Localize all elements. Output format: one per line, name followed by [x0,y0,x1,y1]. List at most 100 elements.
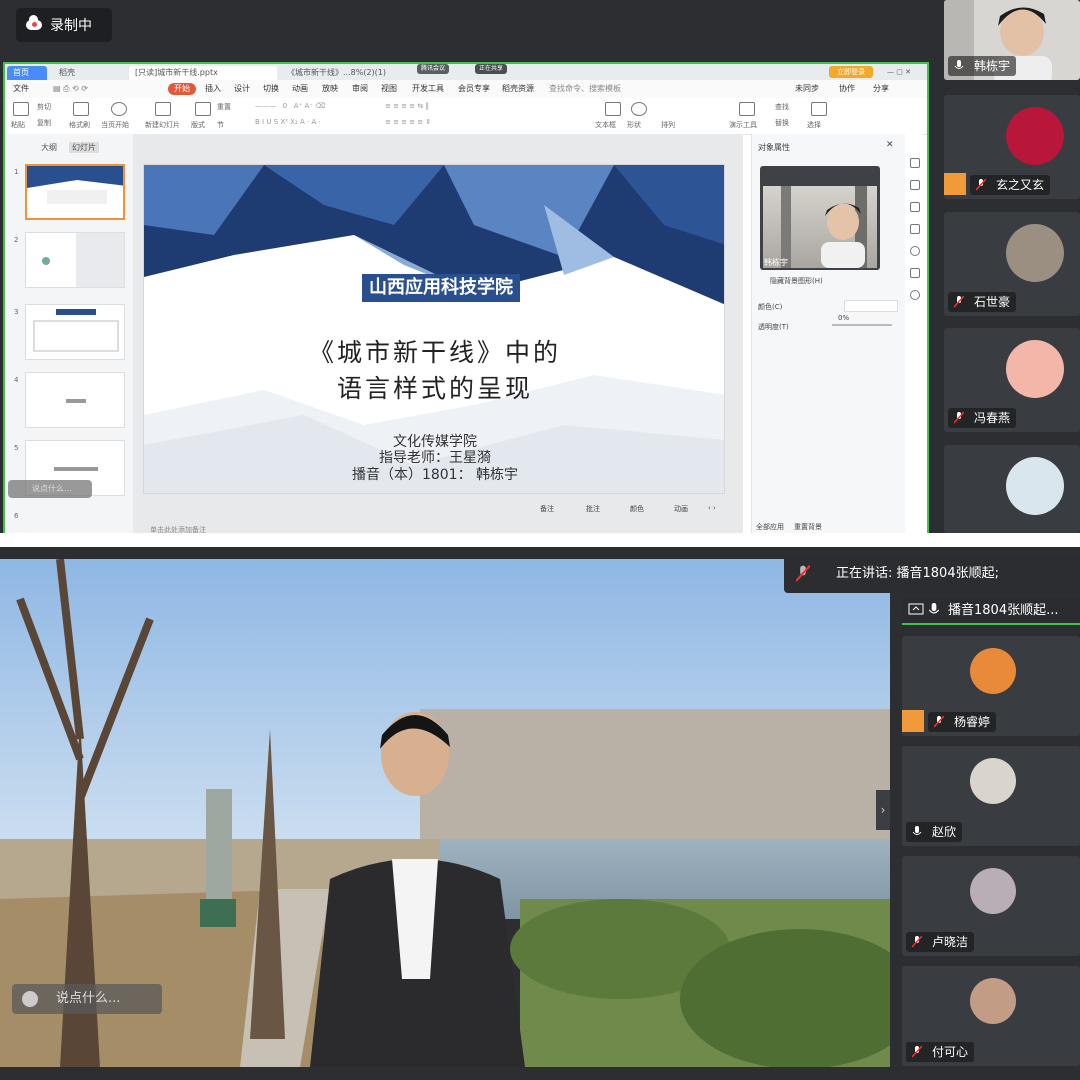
menu-transition[interactable]: 切换 [263,83,279,95]
participant-tile[interactable]: 付可心 [902,966,1080,1066]
menu-member[interactable]: 会员专享 [458,83,490,95]
menu-resources[interactable]: 稻壳资源 [502,83,534,95]
host-badge-icon [902,710,924,732]
share-pill-2[interactable]: 正在共享 [475,64,508,74]
arrange-label[interactable]: 排列 [661,120,675,130]
find-label[interactable]: 查找 [775,102,789,112]
slide-thumb-4[interactable] [25,372,125,428]
menu-insert[interactable]: 插入 [205,83,221,95]
muted-mic-icon [954,412,964,424]
present-tools-icon[interactable] [739,102,755,116]
menu-sync[interactable]: 未同步 [795,83,819,95]
notes-hint[interactable]: 单击此处添加备注 [150,525,206,533]
tab-home[interactable]: 首页 [7,66,47,80]
paragraph-controls[interactable]: ≡ ≡ ≡ ≡ ⇆ ‖ [385,102,429,110]
menu-slideshow[interactable]: 放映 [322,83,338,95]
slide-thumbnail-pane: 大纲 幻灯片 1 2 3 4 5 6 [5,134,134,533]
textbox-icon[interactable] [605,102,621,116]
slide-thumb-3[interactable] [25,304,125,360]
reset-label[interactable]: 重置 [217,102,231,112]
align-controls[interactable]: ≡ ≡ ≡ ≡ ≡ ⇕ [385,118,431,126]
tab-slides[interactable]: 幻灯片 [69,142,99,153]
login-badge[interactable]: 立即登录 [829,66,873,78]
menu-design[interactable]: 设计 [234,83,250,95]
slide-thumb-1[interactable] [25,164,125,220]
tab-outline[interactable]: 大纲 [41,142,57,153]
adjust-icon[interactable] [910,180,920,190]
emoji-icon[interactable] [22,991,38,1007]
properties-icon[interactable] [910,158,920,168]
format-painter-icon[interactable] [73,102,89,116]
from-current-label: 当页开始 [101,121,129,129]
select-icon[interactable] [811,102,827,116]
hide-bg-checkbox[interactable]: 隐藏背景图形(H) [770,276,823,286]
shape-icon[interactable] [631,102,647,116]
thumb-number: 1 [14,168,19,176]
font-style-controls[interactable]: B I U S X² X₂ A · A · [255,118,321,126]
menu-devtools[interactable]: 开发工具 [412,83,444,95]
font-controls[interactable]: ——— 0 A⁺ A⁻ ⌫ [255,102,325,110]
copy-label[interactable]: 复制 [37,118,51,128]
apply-all-button[interactable]: 全部应用 [756,522,784,532]
thumb-number: 5 [14,444,19,452]
quick-access-icons[interactable]: ▤ ⎙ ⟲ ⟳ [53,83,88,95]
current-slide[interactable]: 山西应用科技学院 《城市新干线》中的 语言样式的呈现 文化传媒学院 指导老师：王… [143,164,725,494]
transparency-label: 透明度(T) [758,323,789,331]
transparency-slider[interactable] [832,324,892,326]
participant-tile[interactable]: 杨睿婷 [902,636,1080,736]
participant-name: 冯春燕 [974,411,1011,425]
tab-doc[interactable]: 《城市新干线》...8%(2)(1) [281,66,411,80]
color-select[interactable] [844,300,898,312]
reset-background-button[interactable]: 重置背景 [794,522,822,532]
tab-daoke[interactable]: 稻壳 [53,66,125,80]
comments-button[interactable]: 批注 [586,504,600,514]
presenter-pip-video[interactable]: 韩栋宇 [760,166,880,270]
location-icon[interactable] [910,290,920,300]
participant-avatar [970,978,1016,1024]
menu-collab[interactable]: 协作 [839,83,855,95]
copy-icon[interactable] [910,224,920,234]
new-slide-icon[interactable] [155,102,171,116]
chat-input-top[interactable]: 说点什么... [8,480,92,498]
menu-animation[interactable]: 动画 [292,83,308,95]
menu-start[interactable]: 开始 [168,83,196,95]
settings-icon[interactable] [910,268,920,278]
menu-file[interactable]: 文件 [13,83,29,95]
tab-pptx[interactable]: [只读]城市新干线.pptx [129,66,277,80]
section-label[interactable]: 节 [217,120,224,130]
participant-avatar [970,648,1016,694]
layout-icon[interactable] [195,102,211,116]
animation-button[interactable]: 动画 [674,504,688,514]
collapse-arrow-icon[interactable]: › [876,790,890,830]
help-icon[interactable] [910,246,920,256]
participant-tile[interactable]: 赵欣 [902,746,1080,846]
participant-tile[interactable]: 冯春燕 [944,328,1080,432]
recording-indicator[interactable]: 录制中 [16,8,112,42]
participant-tile[interactable]: 卢晓洁 [902,856,1080,956]
cut-label[interactable]: 剪切 [37,102,51,112]
nav-arrows-icon[interactable]: ‹ › [708,504,716,512]
muted-mic-icon [796,565,810,582]
notes-button[interactable]: 备注 [540,504,554,514]
slide-thumb-2[interactable] [25,232,125,288]
play-icon[interactable] [111,102,127,116]
window-controls-icon[interactable]: — ▢ ✕ [887,66,911,78]
muted-mic-icon [976,179,986,191]
star-icon[interactable] [910,202,920,212]
participant-tile[interactable]: 石世豪 [944,212,1080,316]
pane-close-icon[interactable]: ✕ [886,140,894,150]
paste-icon[interactable] [13,102,29,116]
share-pill[interactable]: 腾讯会议 [417,64,450,74]
replace-label[interactable]: 替换 [775,118,789,128]
command-search[interactable]: 查找命令、搜索模板 [549,83,621,95]
participant-tile[interactable] [944,445,1080,533]
menu-view[interactable]: 视图 [381,83,397,95]
thumb-number: 6 [14,512,19,520]
participant-tile[interactable]: 玄之又玄 [944,95,1080,199]
menu-review[interactable]: 审阅 [352,83,368,95]
participant-tile[interactable]: 韩栋宇 [944,0,1080,80]
host-badge-icon [944,173,966,195]
menu-share[interactable]: 分享 [873,83,889,95]
participant-name-label: 韩栋宇 [948,56,1017,76]
color-button[interactable]: 颜色 [630,504,644,514]
